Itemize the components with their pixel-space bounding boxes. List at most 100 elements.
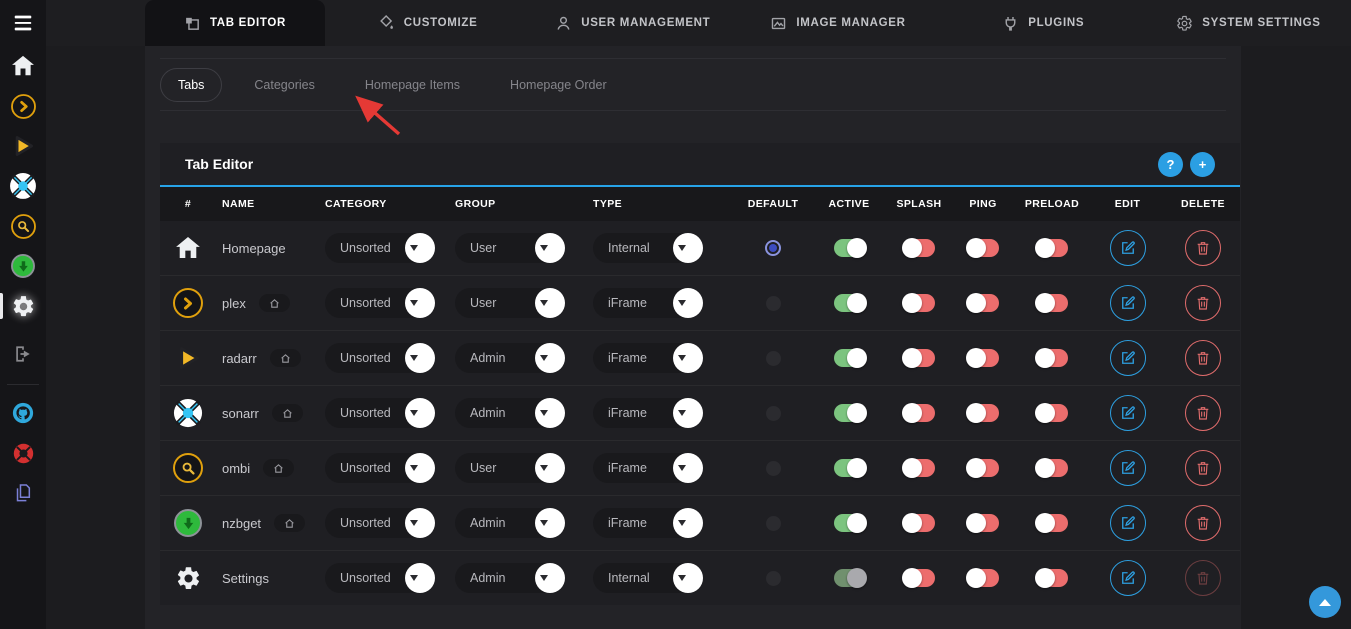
topnav-tab-plugins[interactable]: PLUGINS	[941, 0, 1146, 46]
default-radio[interactable]	[765, 240, 781, 256]
type-select[interactable]: iFrame	[593, 288, 703, 318]
subtab-categories[interactable]: Categories	[236, 68, 332, 102]
type-select[interactable]: Internal	[593, 233, 703, 263]
edit-icon	[1119, 239, 1137, 257]
type-select[interactable]: iFrame	[593, 453, 703, 483]
edit-button[interactable]	[1110, 285, 1146, 321]
sidebar-item-support[interactable]	[0, 433, 46, 473]
default-radio[interactable]	[766, 461, 781, 476]
active-toggle[interactable]	[834, 459, 865, 477]
preload-toggle[interactable]	[1037, 569, 1068, 587]
ping-toggle[interactable]	[968, 294, 999, 312]
category-select[interactable]: Unsorted	[325, 453, 435, 483]
preload-toggle[interactable]	[1037, 294, 1068, 312]
edit-icon	[1119, 514, 1137, 532]
sidebar-item-logout[interactable]	[0, 334, 46, 374]
preload-toggle[interactable]	[1037, 349, 1068, 367]
group-select[interactable]: User	[455, 288, 565, 318]
preload-toggle[interactable]	[1037, 404, 1068, 422]
ping-toggle[interactable]	[968, 569, 999, 587]
group-select[interactable]: Admin	[455, 563, 565, 593]
sidebar-item-github[interactable]	[0, 393, 46, 433]
splash-toggle[interactable]	[904, 349, 935, 367]
delete-button[interactable]	[1185, 285, 1221, 321]
active-toggle[interactable]	[834, 349, 865, 367]
trash-icon	[1195, 240, 1211, 256]
sidebar-item-home[interactable]	[0, 46, 46, 86]
splash-toggle[interactable]	[904, 404, 935, 422]
splash-toggle[interactable]	[904, 569, 935, 587]
group-select[interactable]: Admin	[455, 508, 565, 538]
type-select[interactable]: iFrame	[593, 398, 703, 428]
ping-toggle[interactable]	[968, 404, 999, 422]
group-select[interactable]: User	[455, 233, 565, 263]
default-radio[interactable]	[766, 406, 781, 421]
edit-button[interactable]	[1110, 395, 1146, 431]
default-radio[interactable]	[766, 296, 781, 311]
edit-button[interactable]	[1110, 340, 1146, 376]
default-radio[interactable]	[766, 571, 781, 586]
ping-toggle[interactable]	[968, 349, 999, 367]
subtab-tabs[interactable]: Tabs	[160, 68, 222, 102]
delete-button[interactable]	[1185, 395, 1221, 431]
ping-toggle[interactable]	[968, 459, 999, 477]
scroll-to-top-button[interactable]	[1309, 586, 1341, 618]
topnav-tab-user-management[interactable]: USER MANAGEMENT	[530, 0, 735, 46]
sidebar-item-radarr[interactable]	[0, 126, 46, 166]
active-toggle[interactable]	[834, 404, 865, 422]
active-toggle[interactable]	[834, 239, 865, 257]
category-select[interactable]: Unsorted	[325, 563, 435, 593]
delete-button[interactable]	[1185, 450, 1221, 486]
preload-toggle[interactable]	[1037, 459, 1068, 477]
topnav-tab-customize[interactable]: CUSTOMIZE	[325, 0, 530, 46]
subtab-homepage-items[interactable]: Homepage Items	[347, 68, 478, 102]
splash-toggle[interactable]	[904, 294, 935, 312]
type-select[interactable]: iFrame	[593, 508, 703, 538]
sidebar-item-settings[interactable]	[0, 286, 46, 326]
ping-toggle[interactable]	[968, 514, 999, 532]
edit-button[interactable]	[1110, 505, 1146, 541]
default-radio[interactable]	[766, 351, 781, 366]
default-radio[interactable]	[766, 516, 781, 531]
category-select[interactable]: Unsorted	[325, 398, 435, 428]
category-select[interactable]: Unsorted	[325, 508, 435, 538]
preload-toggle[interactable]	[1037, 239, 1068, 257]
active-toggle[interactable]	[834, 569, 865, 587]
category-value: Unsorted	[340, 406, 391, 420]
topnav-tab-system-settings[interactable]: SYSTEM SETTINGS	[1146, 0, 1351, 46]
group-select[interactable]: Admin	[455, 398, 565, 428]
splash-toggle[interactable]	[904, 514, 935, 532]
group-select[interactable]: Admin	[455, 343, 565, 373]
sidebar-item-ombi[interactable]	[0, 206, 46, 246]
sidebar	[0, 0, 46, 629]
active-toggle[interactable]	[834, 514, 865, 532]
splash-toggle[interactable]	[904, 239, 935, 257]
active-toggle[interactable]	[834, 294, 865, 312]
sidebar-item-docs[interactable]	[0, 473, 46, 513]
delete-button[interactable]	[1185, 505, 1221, 541]
sidebar-item-menu[interactable]	[0, 0, 46, 46]
topnav-tab-image-manager[interactable]: IMAGE MANAGER	[735, 0, 940, 46]
category-select[interactable]: Unsorted	[325, 233, 435, 263]
topnav-tab-tab-editor[interactable]: TAB EDITOR	[145, 0, 325, 46]
sidebar-item-plex[interactable]	[0, 86, 46, 126]
edit-button[interactable]	[1110, 560, 1146, 596]
subtab-homepage-order[interactable]: Homepage Order	[492, 68, 625, 102]
delete-button[interactable]	[1185, 340, 1221, 376]
ping-toggle[interactable]	[968, 239, 999, 257]
category-select[interactable]: Unsorted	[325, 343, 435, 373]
sidebar-item-nzbget[interactable]	[0, 246, 46, 286]
group-select[interactable]: User	[455, 453, 565, 483]
help-button[interactable]: ?	[1158, 152, 1183, 177]
type-select[interactable]: iFrame	[593, 343, 703, 373]
type-select[interactable]: Internal	[593, 563, 703, 593]
sidebar-item-sonarr[interactable]	[0, 166, 46, 206]
edit-button[interactable]	[1110, 450, 1146, 486]
delete-button[interactable]	[1185, 230, 1221, 266]
splash-toggle[interactable]	[904, 459, 935, 477]
delete-button[interactable]	[1185, 560, 1221, 596]
category-select[interactable]: Unsorted	[325, 288, 435, 318]
edit-button[interactable]	[1110, 230, 1146, 266]
add-tab-button[interactable]: +	[1190, 152, 1215, 177]
preload-toggle[interactable]	[1037, 514, 1068, 532]
